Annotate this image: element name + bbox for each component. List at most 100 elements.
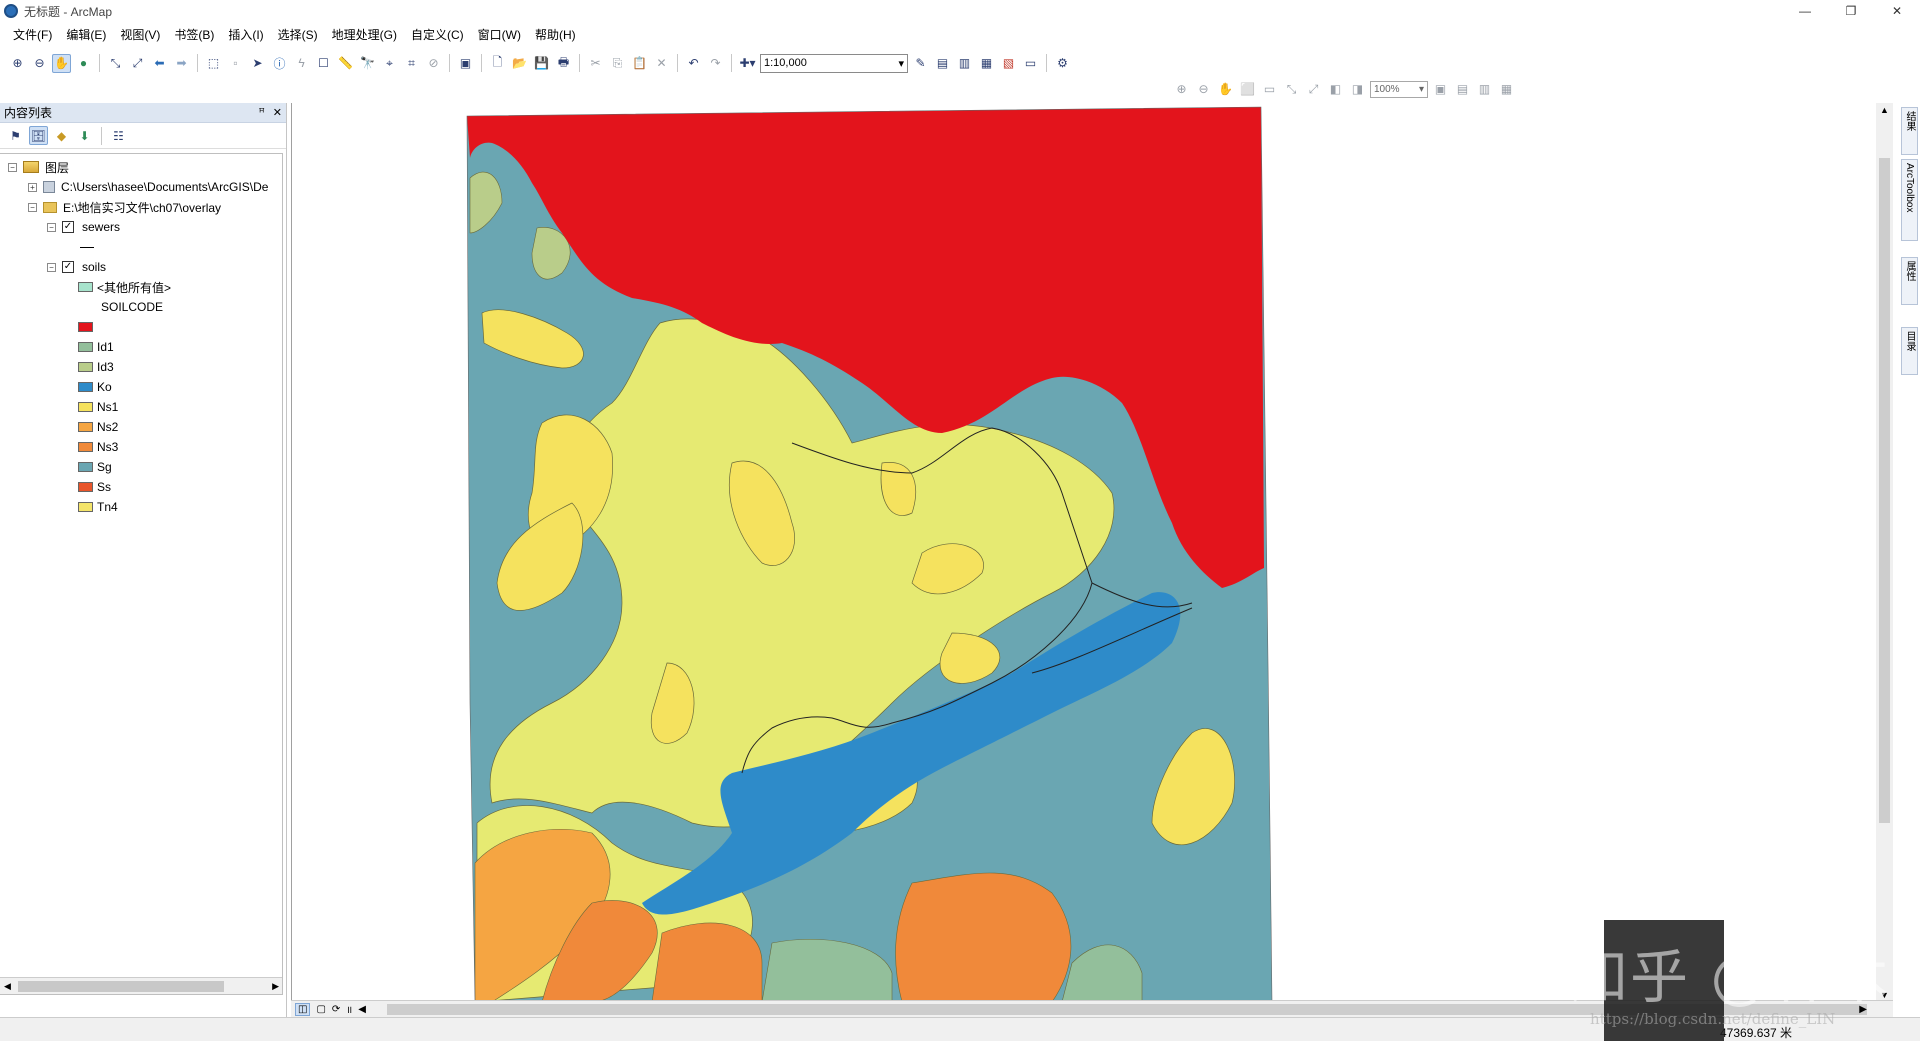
html-popup-icon[interactable]: ☐ [314,54,333,73]
redo-icon[interactable]: ↷ [706,54,725,73]
list-by-visibility-icon[interactable]: ◆ [52,126,71,145]
python-window-icon[interactable]: ▭ [1021,54,1040,73]
legend-other-values[interactable]: <其他所有值> [78,278,171,296]
layout-pan-icon[interactable]: ✋ [1216,80,1235,99]
dock-tab-catalog[interactable]: 目录 [1901,327,1918,375]
layout-full-page-icon[interactable]: ⬜ [1238,80,1257,99]
data-driven-pages-icon[interactable]: ▦ [1497,80,1516,99]
fixed-zoom-out-icon[interactable]: ⤢ [128,54,147,73]
dock-tab-arctoolbox[interactable]: ArcToolbox [1901,159,1918,241]
pin-icon[interactable]: ꟸ [258,106,264,119]
collapse-icon[interactable]: − [47,222,56,232]
toc-close-icon[interactable]: ✕ [273,106,282,119]
arctoolbox-icon[interactable]: ▧ [999,54,1018,73]
list-by-source-icon[interactable]: 🗄 [29,126,48,145]
model-builder-icon[interactable]: ⚙ [1053,54,1072,73]
layer-sewers[interactable]: − ✓ sewers [47,218,120,236]
layer-soils[interactable]: − ✓ soils [47,258,106,276]
menu-insert[interactable]: 插入(I) [221,24,270,46]
paste-icon[interactable]: 📋 [630,54,649,73]
close-button[interactable]: ✕ [1874,0,1920,22]
toc-horizontal-scrollbar[interactable]: ◀ ▶ [0,977,282,994]
layout-forward-icon[interactable]: ◨ [1348,80,1367,99]
map-display[interactable] [291,103,1884,1003]
collapse-icon[interactable]: − [47,262,56,272]
dock-tab-properties[interactable]: 属性 [1901,257,1918,305]
legend-item[interactable]: Tn4 [78,498,118,516]
full-extent-icon[interactable]: ● [74,54,93,73]
collapse-icon[interactable]: − [8,162,17,172]
delete-icon[interactable]: ✕ [652,54,671,73]
collapse-icon[interactable]: − [28,202,37,212]
layout-whole-page-icon[interactable]: ▭ [1260,80,1279,99]
find-icon[interactable]: 🔭 [358,54,377,73]
list-by-drawing-order-icon[interactable]: ⚑ [6,126,25,145]
zoom-in-icon[interactable]: ⊕ [8,54,27,73]
change-layout-icon[interactable]: ▥ [1475,80,1494,99]
sewers-visibility-checkbox[interactable]: ✓ [62,221,74,233]
scroll-up-icon[interactable]: ▲ [1880,105,1889,115]
focus-data-frame-icon[interactable]: ▤ [1453,80,1472,99]
legend-item[interactable]: Ko [78,378,112,396]
tree-connection[interactable]: + C:\Users\hasee\Documents\ArcGIS\De [28,178,268,196]
menu-file[interactable]: 文件(F) [6,24,59,46]
toc-options-icon[interactable]: ☷ [109,126,128,145]
back-extent-icon[interactable]: ⬅ [150,54,169,73]
table-of-contents-icon[interactable]: ▤ [933,54,952,73]
forward-extent-icon[interactable]: ➡ [172,54,191,73]
menu-selection[interactable]: 选择(S) [271,24,325,46]
layout-fixed-zoom-out-icon[interactable]: ⤢ [1304,80,1323,99]
select-elements-icon[interactable]: ➤ [248,54,267,73]
menu-view[interactable]: 视图(V) [113,24,167,46]
measure-icon[interactable]: 📏 [336,54,355,73]
legend-item[interactable]: Ns3 [78,438,118,456]
legend-item[interactable]: Ss [78,478,111,496]
xy-icon[interactable]: ⌗ [402,54,421,73]
map-scale-combo[interactable]: 1:10,000 ▾ [760,53,908,73]
legend-item[interactable]: Id3 [78,358,114,376]
legend-item[interactable]: Ns1 [78,398,118,416]
layout-zoom-combo[interactable]: 100% ▾ [1370,80,1428,98]
layout-zoom-out-icon[interactable]: ⊖ [1194,80,1213,99]
zoom-out-icon[interactable]: ⊖ [30,54,49,73]
find-route-icon[interactable]: ⌖ [380,54,399,73]
legend-item[interactable] [78,318,97,336]
search-window-icon[interactable]: ▦ [977,54,996,73]
menu-windows[interactable]: 窗口(W) [471,24,528,46]
legend-item[interactable]: Ns2 [78,418,118,436]
map-vertical-scrollbar[interactable]: ▲ ▼ [1876,103,1893,1002]
new-document-icon[interactable]: 🗋 [488,54,507,73]
menu-customize[interactable]: 自定义(C) [404,24,471,46]
save-icon[interactable]: 💾 [532,54,551,73]
scroll-left-icon[interactable]: ◀ [358,1004,366,1015]
editor-toolbar-icon[interactable]: ✎ [911,54,930,73]
scroll-left-icon[interactable]: ◀ [4,981,11,992]
expand-icon[interactable]: + [28,182,37,192]
add-data-icon[interactable]: ✚▾ [738,54,757,73]
dock-tab-results[interactable]: 结果 [1901,107,1918,155]
open-icon[interactable]: 📂 [510,54,529,73]
menu-geoprocessing[interactable]: 地理处理(G) [325,24,404,46]
legend-item[interactable]: Id1 [78,338,114,356]
refresh-icon[interactable]: ⟳ [332,1004,340,1015]
pause-drawing-icon[interactable]: ॥ [346,1002,352,1016]
scroll-thumb[interactable] [1879,158,1890,823]
hyperlink-icon[interactable]: ϟ [292,54,311,73]
select-features-icon[interactable]: ⬚ [204,54,223,73]
toggle-draft-mode-icon[interactable]: ▣ [1431,80,1450,99]
menu-help[interactable]: 帮助(H) [528,24,583,46]
scroll-thumb[interactable] [18,981,224,992]
restore-button[interactable]: ❐ [1828,0,1874,22]
layout-back-icon[interactable]: ◧ [1326,80,1345,99]
tree-folder[interactable]: − E:\地信实习文件\ch07\overlay [28,198,221,216]
undo-icon[interactable]: ↶ [684,54,703,73]
fixed-zoom-in-icon[interactable]: ⤡ [106,54,125,73]
data-view-icon[interactable]: ◫ [295,1002,311,1016]
clear-selection-icon[interactable]: ▫ [226,54,245,73]
time-slider-icon[interactable]: ⊘ [424,54,443,73]
catalog-window-icon[interactable]: ▥ [955,54,974,73]
list-by-selection-icon[interactable]: ⬇ [75,126,94,145]
layout-zoom-in-icon[interactable]: ⊕ [1172,80,1191,99]
print-icon[interactable]: 🖶 [554,54,573,73]
copy-icon[interactable]: ⎘ [608,54,627,73]
